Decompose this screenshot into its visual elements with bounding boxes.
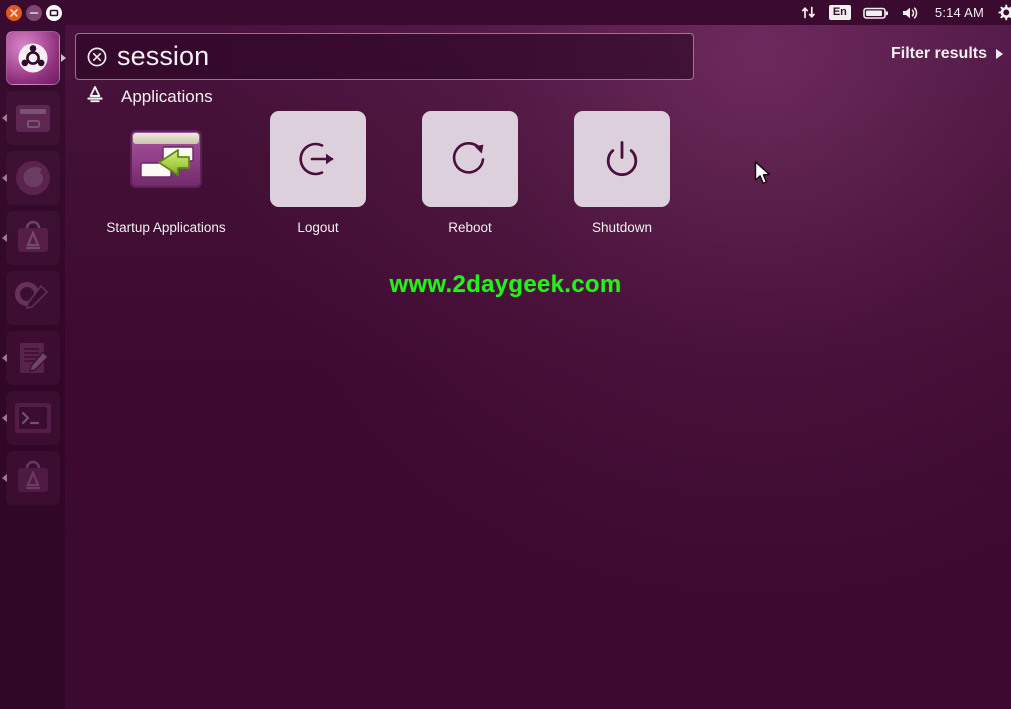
close-button[interactable] <box>6 4 22 21</box>
volume-icon[interactable] <box>901 5 923 21</box>
result-item[interactable]: Shutdown <box>546 111 698 235</box>
launcher-item-text-editor[interactable] <box>1 331 60 385</box>
keyboard-layout-indicator[interactable]: En <box>828 5 851 20</box>
launcher-active-arrow-icon <box>60 54 66 62</box>
category-header-applications[interactable]: Applications <box>85 84 213 109</box>
triangle-right-icon <box>996 49 1003 59</box>
watermark: www.2daygeek.com <box>389 271 622 298</box>
unity-launcher <box>0 25 66 709</box>
gear-icon[interactable] <box>996 3 1011 22</box>
files-icon <box>5 91 60 145</box>
launcher-item-amazon[interactable] <box>1 451 60 505</box>
logout-icon <box>270 111 366 207</box>
search-input[interactable]: session <box>75 33 694 80</box>
mouse-cursor <box>754 161 772 192</box>
startup-applications-icon <box>118 111 214 207</box>
result-item-label: Shutdown <box>591 220 653 235</box>
result-item[interactable]: Startup Applications <box>90 111 242 235</box>
filter-results-label: Filter results <box>890 45 987 62</box>
minimize-button[interactable] <box>26 4 42 21</box>
launcher-item-ubuntu-dash[interactable] <box>5 31 66 85</box>
filter-results-toggle[interactable]: Filter results <box>891 45 1003 63</box>
top-panel: En 5:14 AM <box>0 0 1011 25</box>
amazon-icon <box>5 451 60 505</box>
unity-dash: En 5:14 AM session Filter results Applic… <box>0 0 1011 709</box>
firefox-icon <box>5 151 60 205</box>
clock[interactable]: 5:14 AM <box>935 5 984 20</box>
system-settings-icon <box>5 271 60 325</box>
result-item[interactable]: Reboot <box>394 111 546 235</box>
launcher-item-system-settings[interactable] <box>5 271 60 325</box>
ubuntu-logo-icon <box>5 31 60 85</box>
shutdown-icon <box>574 111 670 207</box>
launcher-item-software-center[interactable] <box>1 211 60 265</box>
terminal-icon <box>5 391 60 445</box>
indicator-area: En 5:14 AM <box>800 0 1011 25</box>
result-item[interactable]: Logout <box>242 111 394 235</box>
launcher-item-files[interactable] <box>1 91 60 145</box>
search-input-value: session <box>117 41 210 71</box>
software-center-icon <box>5 211 60 265</box>
text-editor-icon <box>5 331 60 385</box>
result-item-label: Logout <box>297 220 339 235</box>
category-header-label: Applications <box>121 86 213 106</box>
launcher-item-terminal[interactable] <box>1 391 60 445</box>
network-icon[interactable] <box>800 4 817 21</box>
reboot-icon <box>422 111 518 207</box>
applications-lens-icon <box>85 84 105 109</box>
clear-circle-icon[interactable] <box>86 46 108 68</box>
launcher-item-firefox[interactable] <box>1 151 60 205</box>
battery-icon[interactable] <box>863 5 889 21</box>
result-item-label: Startup Applications <box>106 220 226 235</box>
maximize-button[interactable] <box>46 4 62 21</box>
window-controls <box>0 4 62 21</box>
results-grid: Startup Applications Logout Reboot Shutd… <box>90 111 698 235</box>
result-item-label: Reboot <box>448 220 492 235</box>
